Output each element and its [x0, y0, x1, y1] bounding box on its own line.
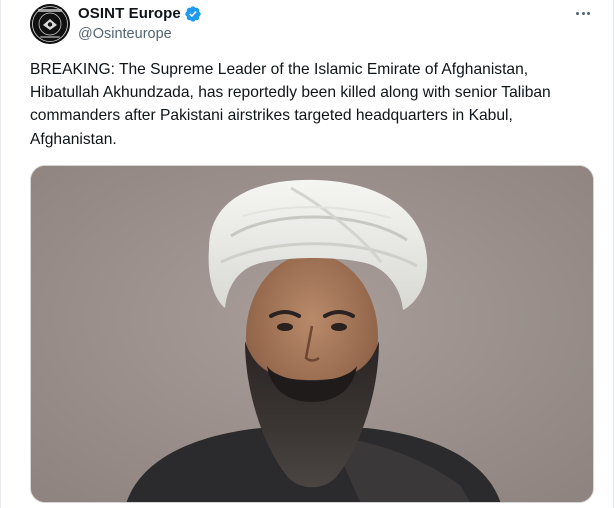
- tweet-text: BREAKING: The Supreme Leader of the Isla…: [30, 61, 551, 148]
- display-name[interactable]: OSINT Europe: [78, 5, 181, 22]
- osint-europe-logo: [30, 4, 70, 44]
- author-names: OSINT Europe @Osinteurope: [78, 4, 202, 42]
- verified-badge-icon[interactable]: [184, 5, 202, 23]
- tweet-photo[interactable]: [30, 165, 594, 503]
- more-dot: [581, 11, 585, 15]
- more-options-button[interactable]: [571, 4, 595, 22]
- tweet-header: OSINT Europe @Osinteurope: [30, 4, 595, 44]
- tweet-card: OSINT Europe @Osinteurope BREAKING: The …: [0, 0, 614, 508]
- more-dot: [587, 11, 590, 15]
- portrait-image: [31, 166, 593, 502]
- more-dot: [576, 11, 579, 15]
- author-handle[interactable]: @Osinteurope: [78, 26, 202, 42]
- display-name-row: OSINT Europe: [78, 4, 202, 23]
- avatar[interactable]: [30, 4, 70, 44]
